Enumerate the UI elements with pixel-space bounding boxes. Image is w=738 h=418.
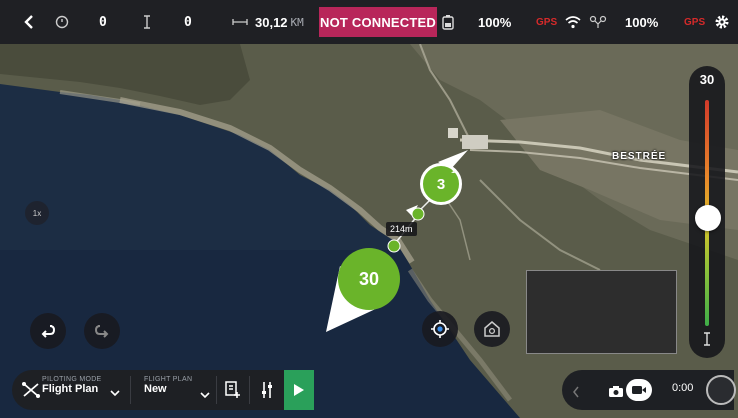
gps-status-1: GPS [536, 16, 558, 28]
flight-plan-selector[interactable]: FLIGHT PLAN New [144, 376, 192, 395]
divider [216, 376, 217, 404]
back-button[interactable] [22, 0, 36, 44]
chevron-left-icon [24, 15, 33, 29]
drone-battery-value: 100% [625, 14, 659, 30]
distance-readout: 30,12 KM [255, 0, 304, 44]
waypoint-label: 3 [436, 175, 446, 193]
chevron-left-icon [573, 386, 579, 398]
edit-plan-icon [225, 381, 240, 398]
collapse-camera-button[interactable] [572, 383, 580, 402]
phone-battery-value: 100% [478, 14, 512, 30]
redo-button[interactable] [84, 313, 120, 349]
chevron-down-icon[interactable] [110, 382, 120, 401]
top-status-bar: 0 0 30,12 KM NOT CONNECTED 100% GPS 100%… [0, 0, 738, 44]
flight-plan-bar: PILOTING MODE Flight Plan FLIGHT PLAN Ne… [12, 370, 314, 410]
video-mode-button[interactable] [626, 379, 652, 401]
camera-icon [609, 386, 623, 397]
edit-plan-button[interactable] [225, 381, 241, 403]
piloting-mode-icon [22, 381, 40, 403]
play-button[interactable] [284, 370, 314, 410]
height-icon [142, 0, 152, 44]
altitude-icon [689, 332, 725, 350]
flight-plan-value: New [144, 383, 167, 395]
record-time: 0:00 [672, 382, 694, 394]
chevron-down-icon[interactable] [200, 384, 210, 403]
video-preview[interactable] [526, 270, 677, 354]
altitude-value: 30 [699, 72, 715, 87]
distance-icon [232, 0, 248, 44]
play-icon [294, 384, 304, 396]
video-icon [632, 386, 646, 394]
divider [130, 376, 131, 404]
plan-settings-button[interactable] [260, 381, 274, 403]
redo-icon [94, 325, 109, 338]
wifi-icon [565, 0, 581, 44]
waypoint-marker-30[interactable]: 30 [338, 248, 400, 310]
home-icon [484, 321, 500, 337]
piloting-mode-selector[interactable]: PILOTING MODE Flight Plan [42, 376, 102, 395]
battery-icon [442, 0, 454, 44]
distance-value: 30,12 [255, 14, 288, 30]
satellite-map[interactable] [0, 0, 738, 418]
crosshair-icon [431, 320, 449, 338]
place-name-label: BESTRÉE [612, 151, 667, 162]
gear-icon [715, 15, 729, 29]
drone-icon [589, 0, 607, 44]
settings-button[interactable] [714, 0, 730, 44]
locate-button[interactable] [422, 311, 458, 347]
connection-status-badge[interactable]: NOT CONNECTED [319, 7, 437, 37]
sliders-icon [262, 382, 272, 398]
distance-unit: KM [290, 15, 304, 29]
stopwatch-icon [55, 0, 69, 44]
piloting-mode-value: Flight Plan [42, 383, 99, 395]
waypoint-label: 30 [358, 268, 380, 289]
flight-time-value: 0 [99, 14, 107, 30]
gps-status-2: GPS [684, 16, 706, 28]
camera-control-bar: 0:00 [562, 370, 736, 410]
undo-icon [41, 325, 56, 338]
record-button[interactable] [706, 375, 736, 405]
home-button[interactable] [474, 311, 510, 347]
zoom-level-badge[interactable]: 1x [25, 201, 49, 225]
photo-mode-button[interactable] [608, 383, 624, 402]
flight-plan-label: FLIGHT PLAN [144, 376, 193, 383]
piloting-mode-label: PILOTING MODE [42, 376, 102, 383]
segment-distance-label: 214m [386, 222, 417, 236]
height-value: 0 [184, 14, 192, 30]
waypoint-sub-label: 1 [451, 168, 455, 175]
undo-button[interactable] [30, 313, 66, 349]
waypoint-marker-3[interactable]: 3 1 [420, 163, 462, 205]
altitude-slider[interactable]: 30 [689, 66, 725, 358]
altitude-thumb[interactable] [695, 204, 721, 231]
divider [249, 376, 250, 404]
